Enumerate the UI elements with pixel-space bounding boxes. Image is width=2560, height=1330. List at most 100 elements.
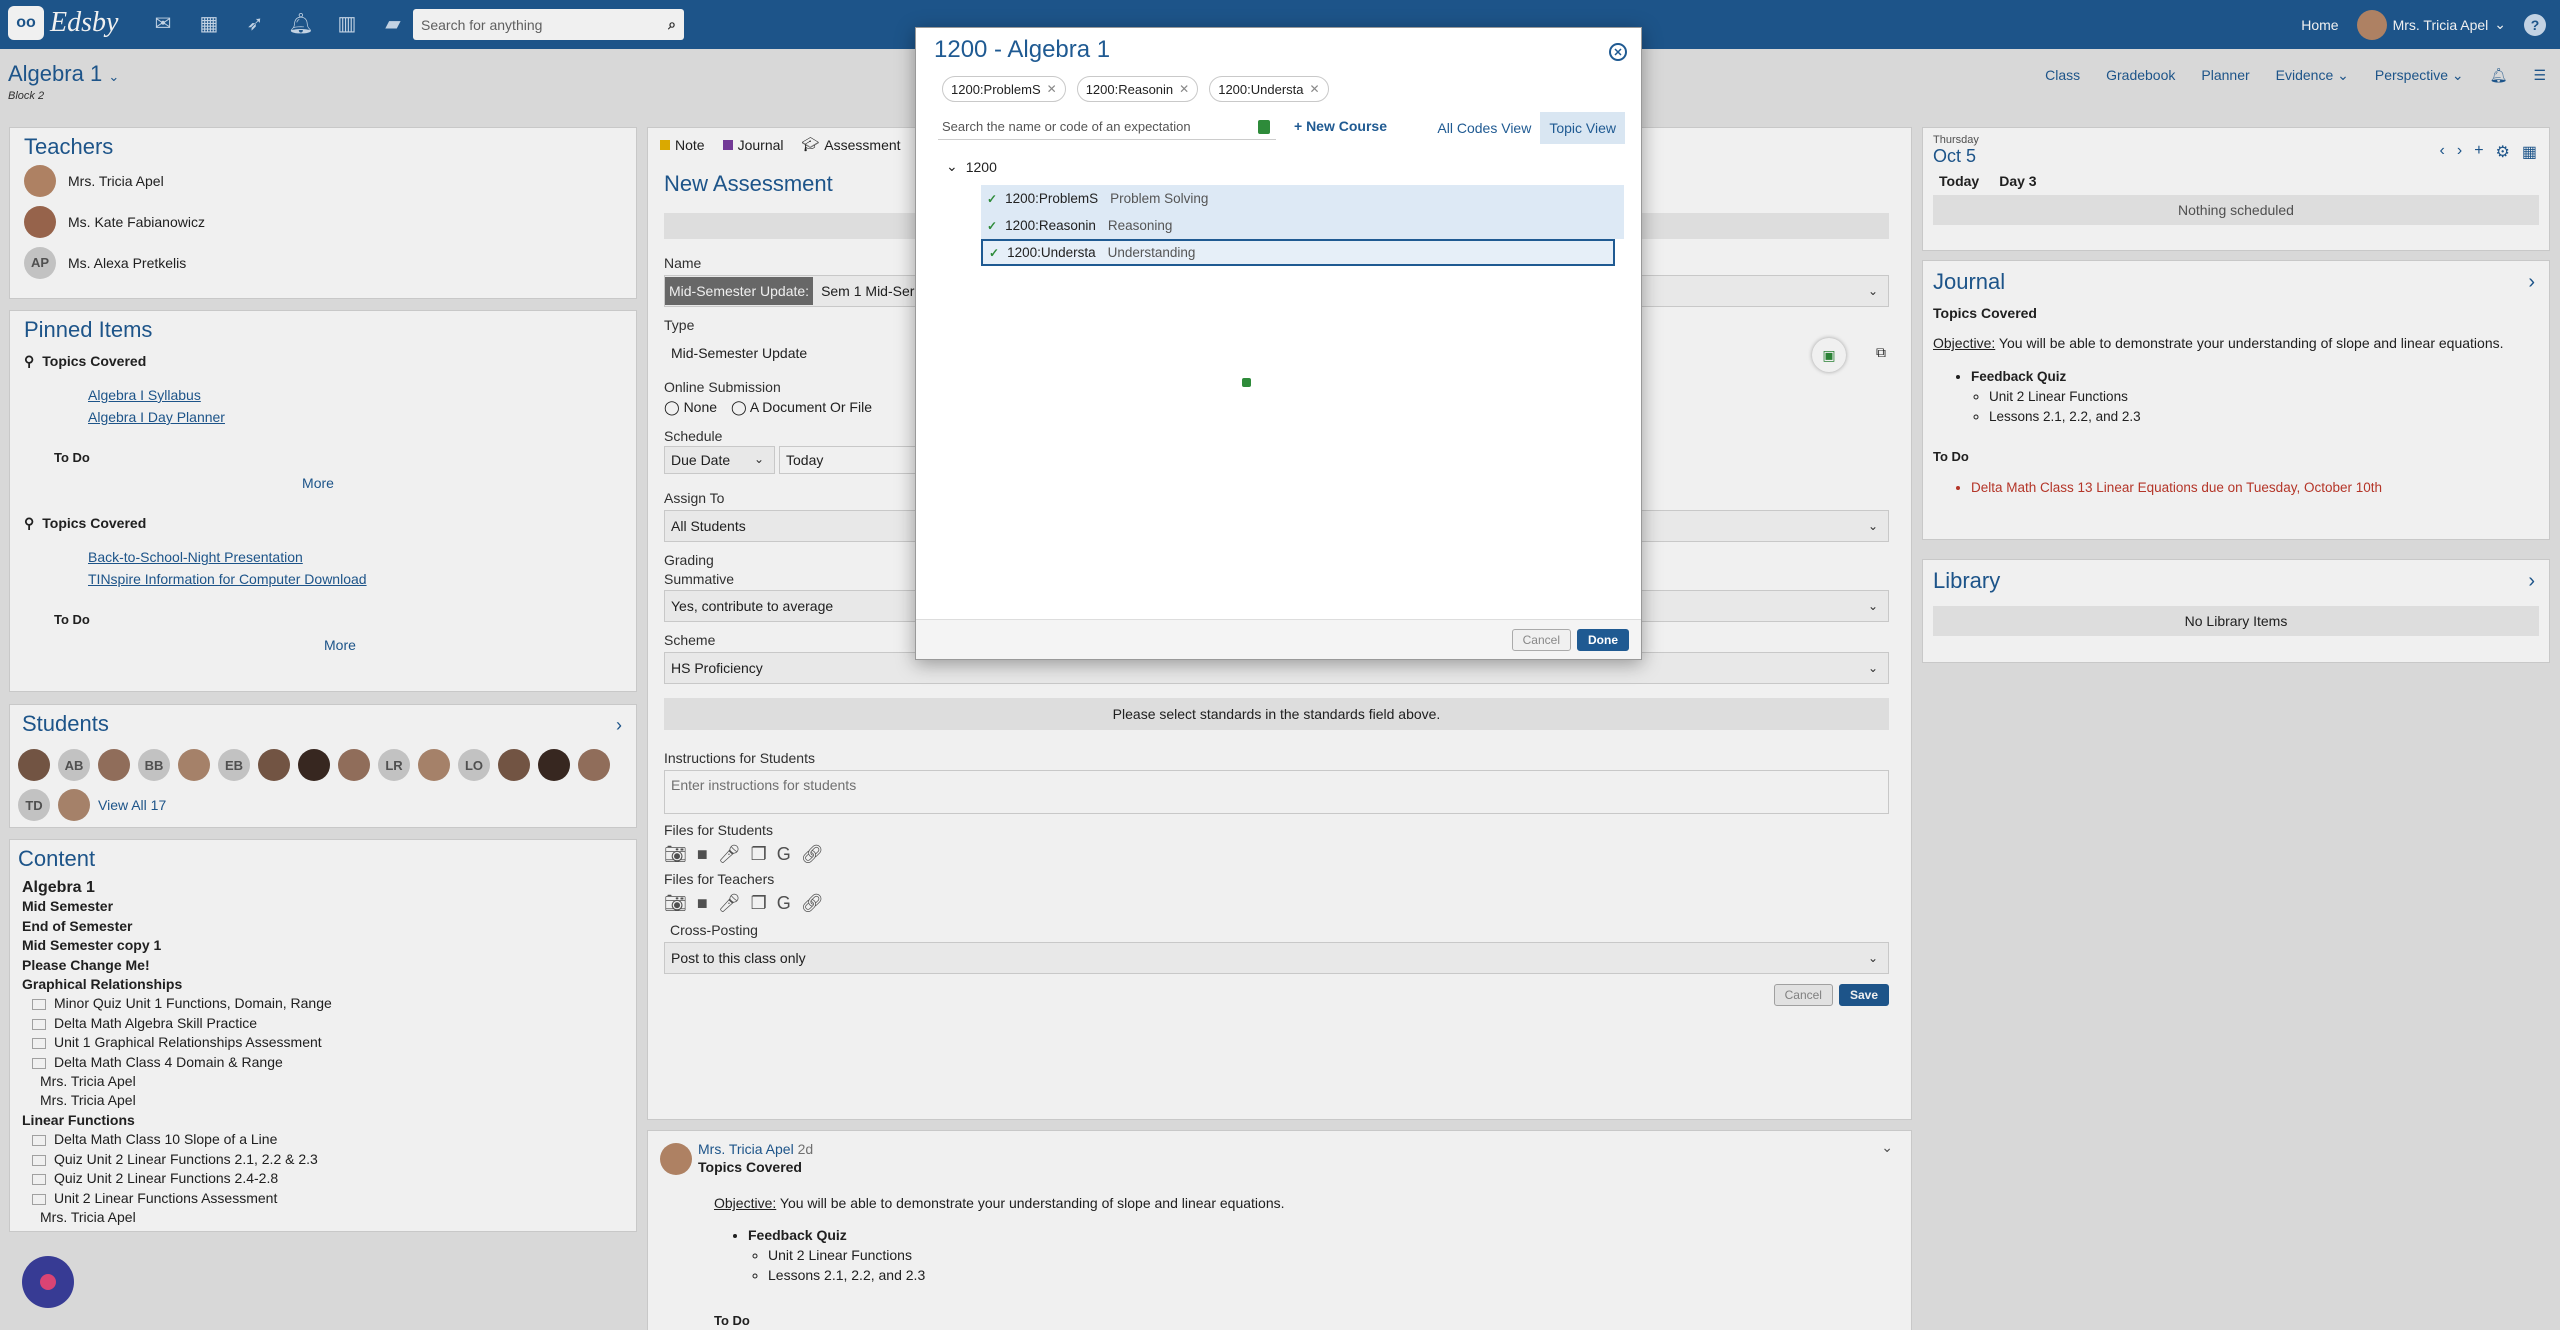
content-item[interactable]: Quiz Unit 2 Linear Functions 2.1, 2.2 & … bbox=[22, 1150, 628, 1169]
new-course-button[interactable]: + New Course bbox=[1294, 118, 1387, 134]
more-link[interactable]: More bbox=[324, 637, 622, 653]
view-all-students-link[interactable]: View All 17 bbox=[98, 797, 166, 813]
student-avatar[interactable]: LR bbox=[378, 749, 410, 781]
standard-chip[interactable]: 1200:Understa ✕ bbox=[1209, 76, 1329, 102]
chevron-right-icon[interactable]: › bbox=[2528, 570, 2535, 593]
video-icon[interactable]: ■ bbox=[697, 844, 708, 865]
content-item[interactable]: Mid Semester bbox=[22, 897, 628, 916]
gear-icon[interactable]: ⚙ bbox=[2496, 142, 2510, 162]
chevron-down-icon[interactable]: ⌄ bbox=[1868, 284, 1878, 298]
content-item[interactable]: Algebra 1 bbox=[22, 878, 628, 897]
tab-note[interactable]: Note bbox=[660, 137, 705, 153]
microphone-icon[interactable]: 🎤︎ bbox=[718, 893, 741, 914]
lock-icon[interactable] bbox=[1258, 120, 1270, 134]
content-item[interactable]: Delta Math Class 4 Domain & Range bbox=[22, 1053, 628, 1072]
today-label[interactable]: Today bbox=[1939, 173, 1979, 189]
student-avatar[interactable] bbox=[498, 749, 530, 781]
remove-icon[interactable]: ✕ bbox=[1179, 82, 1189, 96]
instructions-input[interactable]: Enter instructions for students bbox=[664, 770, 1889, 814]
student-avatar[interactable] bbox=[258, 749, 290, 781]
student-avatar[interactable] bbox=[178, 749, 210, 781]
teacher-item[interactable]: Mrs. Tricia Apel bbox=[24, 160, 622, 201]
cancel-button[interactable]: Cancel bbox=[1511, 629, 1571, 651]
schedule-date-field[interactable]: Today bbox=[779, 446, 919, 474]
standard-row[interactable]: ✓ 1200:ProblemS Problem Solving bbox=[981, 185, 1624, 212]
cancel-button[interactable]: Cancel bbox=[1773, 984, 1833, 1006]
student-avatar[interactable] bbox=[18, 749, 50, 781]
chevron-right-icon[interactable]: › bbox=[2457, 142, 2462, 162]
edsby-logo[interactable]: oo Edsby bbox=[8, 6, 118, 40]
student-avatar[interactable] bbox=[418, 749, 450, 781]
student-avatar[interactable]: LO bbox=[458, 749, 490, 781]
teacher-item[interactable]: Ms. Kate Fabianowicz bbox=[24, 201, 622, 242]
close-icon[interactable]: ✕ bbox=[1609, 43, 1627, 61]
standard-chip[interactable]: 1200:Reasonin ✕ bbox=[1076, 76, 1199, 102]
student-avatar[interactable]: TD bbox=[18, 789, 50, 821]
content-item[interactable]: Quiz Unit 2 Linear Functions 2.4-2.8 bbox=[22, 1169, 628, 1188]
content-item[interactable]: Unit 2 Linear Functions Assessment bbox=[22, 1189, 628, 1208]
video-icon[interactable]: ■ bbox=[697, 893, 708, 914]
schedule-type-select[interactable]: Due Date ⌄ bbox=[664, 446, 775, 474]
home-link[interactable]: Home bbox=[2301, 17, 2338, 33]
save-button[interactable]: Save bbox=[1838, 984, 1889, 1006]
assistant-button[interactable] bbox=[22, 1256, 74, 1308]
post-author[interactable]: Mrs. Tricia Apel bbox=[698, 1141, 794, 1157]
remove-icon[interactable]: ✕ bbox=[1310, 82, 1320, 96]
crosspost-select[interactable]: Post to this class only ⌄ bbox=[664, 942, 1889, 974]
nav-perspective[interactable]: Perspective ⌄ bbox=[2375, 67, 2464, 84]
google-icon[interactable]: G bbox=[777, 893, 791, 914]
chevron-down-icon[interactable]: ⌄ bbox=[946, 158, 958, 175]
bell-icon[interactable]: 🔔︎ bbox=[2490, 67, 2508, 84]
content-item[interactable]: Minor Quiz Unit 1 Functions, Domain, Ran… bbox=[22, 994, 628, 1013]
journal-todo-item[interactable]: Delta Math Class 13 Linear Equations due… bbox=[1971, 478, 2539, 498]
student-avatar[interactable]: EB bbox=[218, 749, 250, 781]
journal-heading[interactable]: Journal bbox=[1933, 269, 2539, 295]
nav-class[interactable]: Class bbox=[2045, 67, 2080, 84]
content-item[interactable]: Mrs. Tricia Apel bbox=[22, 1072, 628, 1091]
tab-assessment[interactable]: 🎓︎ Assessment bbox=[802, 136, 901, 153]
radio-none[interactable]: ◯ None bbox=[664, 399, 717, 416]
content-item[interactable]: Graphical Relationships bbox=[22, 975, 628, 994]
tab-all-codes[interactable]: All Codes View bbox=[1428, 112, 1540, 144]
help-icon[interactable]: ? bbox=[2524, 13, 2546, 36]
remove-icon[interactable]: ✕ bbox=[1047, 82, 1057, 96]
nav-evidence[interactable]: Evidence ⌄ bbox=[2276, 67, 2349, 84]
standard-row[interactable]: ✓ 1200:Understa Understanding bbox=[981, 239, 1615, 266]
content-item[interactable]: Mrs. Tricia Apel bbox=[22, 1091, 628, 1110]
content-item[interactable]: Mid Semester copy 1 bbox=[22, 936, 628, 955]
tab-topic-view[interactable]: Topic View bbox=[1540, 112, 1625, 144]
content-item[interactable]: Unit 1 Graphical Relationships Assessmen… bbox=[22, 1033, 628, 1052]
rocket-icon[interactable]: ➶ bbox=[242, 10, 268, 36]
teacher-item[interactable]: AP Ms. Alexa Pretkelis bbox=[24, 242, 622, 283]
content-item[interactable]: Please Change Me! bbox=[22, 956, 628, 975]
microphone-icon[interactable]: 🎤︎ bbox=[718, 844, 741, 865]
mail-icon[interactable]: ✉ bbox=[150, 10, 176, 36]
library-heading[interactable]: Library bbox=[1933, 568, 2539, 594]
student-avatar[interactable] bbox=[538, 749, 570, 781]
pinned-link[interactable]: Back-to-School-Night Presentation bbox=[88, 549, 303, 565]
nav-gradebook[interactable]: Gradebook bbox=[2106, 67, 2175, 84]
student-avatar[interactable] bbox=[338, 749, 370, 781]
standard-chip[interactable]: 1200:ProblemS ✕ bbox=[942, 76, 1066, 102]
link-icon[interactable]: 🔗︎ bbox=[801, 844, 824, 865]
pinned-link[interactable]: Algebra I Syllabus bbox=[88, 387, 201, 403]
global-search-input[interactable]: Search for anything ⌕ bbox=[413, 9, 684, 40]
pinned-link[interactable]: TINspire Information for Computer Downlo… bbox=[88, 571, 367, 587]
bell-icon[interactable]: 🔔︎ bbox=[288, 10, 314, 36]
student-avatar[interactable]: BB bbox=[138, 749, 170, 781]
student-avatar[interactable]: AB bbox=[58, 749, 90, 781]
student-avatar[interactable] bbox=[98, 749, 130, 781]
radio-document[interactable]: ◯ A Document Or File bbox=[731, 399, 872, 416]
google-icon[interactable]: G bbox=[777, 844, 791, 865]
class-title[interactable]: Algebra 1 ⌄ bbox=[8, 61, 119, 87]
search-icon[interactable]: ⌕ bbox=[668, 16, 676, 33]
content-item[interactable]: Delta Math Algebra Skill Practice bbox=[22, 1014, 628, 1033]
content-item[interactable]: Linear Functions bbox=[22, 1111, 628, 1130]
content-item[interactable]: End of Semester bbox=[22, 917, 628, 936]
student-avatar[interactable] bbox=[298, 749, 330, 781]
camera-icon[interactable]: 📷︎ bbox=[664, 844, 687, 865]
student-avatar[interactable] bbox=[58, 789, 90, 821]
calendar-icon[interactable]: ▦ bbox=[2522, 142, 2537, 162]
chevron-right-icon[interactable]: › bbox=[616, 715, 622, 736]
copy-icon[interactable]: ❐ bbox=[751, 844, 767, 865]
